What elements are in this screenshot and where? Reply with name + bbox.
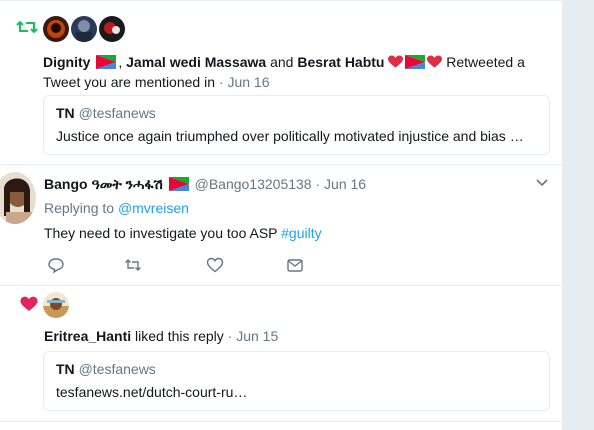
reply-icon[interactable] bbox=[47, 256, 65, 274]
quoted-handle: @tesfanews bbox=[78, 105, 156, 121]
quoted-name: TN bbox=[56, 361, 75, 377]
eritrea-flag-icon bbox=[168, 177, 189, 191]
avatar[interactable] bbox=[0, 172, 36, 224]
chevron-down-icon[interactable] bbox=[535, 178, 549, 188]
avatar[interactable] bbox=[43, 16, 69, 42]
user-name[interactable]: Eritrea_Hanti bbox=[44, 328, 131, 344]
mention-link[interactable]: @mvreisen bbox=[118, 200, 189, 216]
divider bbox=[0, 285, 562, 286]
eritrea-flag-icon bbox=[96, 55, 117, 69]
tweet-author-name[interactable]: Bango ዓመት ንሓፋሽ bbox=[44, 176, 163, 192]
timestamp[interactable]: Jun 16 bbox=[324, 176, 366, 192]
user-name[interactable]: Jamal wedi Massawa bbox=[126, 54, 266, 70]
message-icon[interactable] bbox=[286, 256, 304, 274]
divider bbox=[0, 0, 562, 1]
divider bbox=[0, 164, 562, 165]
avatar[interactable] bbox=[43, 292, 69, 318]
quoted-text: tesfanews.net/dutch-court-ru… bbox=[56, 384, 248, 400]
like-icon[interactable] bbox=[206, 256, 224, 274]
retweet-icon bbox=[16, 20, 38, 34]
hashtag-link[interactable]: #guilty bbox=[281, 225, 321, 241]
timestamp[interactable]: Jun 15 bbox=[236, 328, 278, 344]
tweet-text: They need to investigate you too ASP #gu… bbox=[44, 225, 322, 241]
user-name[interactable]: Besrat Habtu bbox=[297, 54, 384, 70]
quoted-name: TN bbox=[56, 105, 75, 121]
timestamp[interactable]: Jun 16 bbox=[227, 74, 269, 90]
quoted-tweet[interactable]: TN @tesfanews tesfanews.net/dutch-court-… bbox=[43, 351, 550, 411]
eritrea-flag-icon bbox=[405, 55, 426, 69]
notifications-feed: Dignity , Jamal wedi Massawa and Besrat … bbox=[0, 0, 562, 430]
retweet-action-icon[interactable] bbox=[124, 256, 142, 274]
heart-icon bbox=[20, 296, 38, 311]
tweet-author-handle[interactable]: @Bango13205138 bbox=[195, 176, 312, 192]
red-heart-emoji-icon bbox=[388, 55, 404, 68]
notification-text: Dignity , Jamal wedi Massawa and Besrat … bbox=[43, 54, 525, 90]
avatar[interactable] bbox=[99, 16, 125, 42]
quoted-text: Justice once again triumphed over politi… bbox=[56, 128, 524, 144]
notification-text: Eritrea_Hanti liked this reply · Jun 15 bbox=[44, 328, 279, 344]
user-name[interactable]: Dignity bbox=[43, 54, 90, 70]
quoted-handle: @tesfanews bbox=[78, 361, 156, 377]
tweet-header: Bango ዓመት ንሓፋሽ @Bango13205138 · Jun 16 bbox=[44, 176, 367, 192]
divider bbox=[0, 421, 562, 422]
red-heart-emoji-icon bbox=[427, 55, 443, 68]
avatar[interactable] bbox=[71, 16, 97, 42]
page-background bbox=[562, 0, 594, 430]
replying-to: Replying to @mvreisen bbox=[44, 200, 189, 216]
quoted-tweet[interactable]: TN @tesfanews Justice once again triumph… bbox=[43, 95, 550, 155]
